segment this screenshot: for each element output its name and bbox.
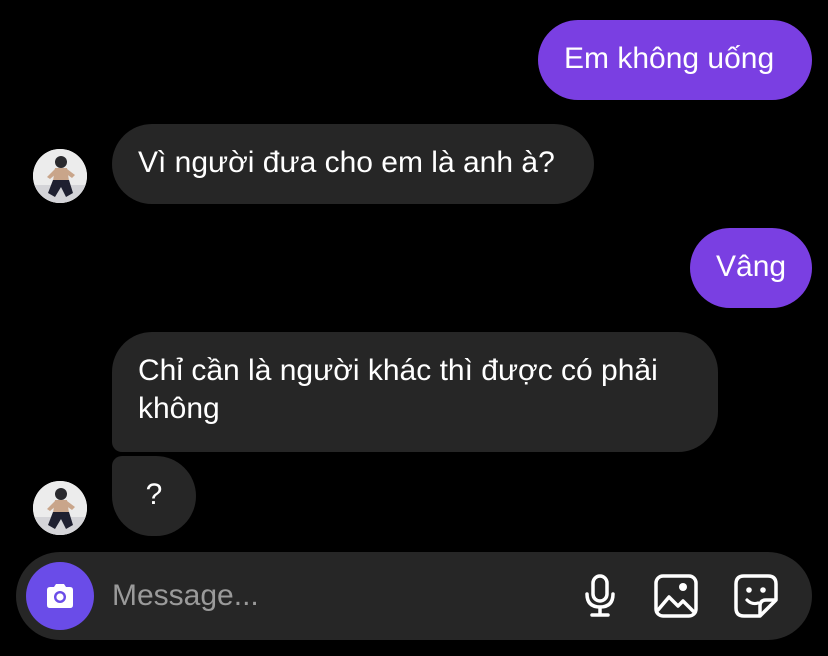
microphone-icon <box>585 574 615 617</box>
gallery-icon <box>654 574 698 618</box>
sticker-button[interactable] <box>732 572 780 620</box>
contact-avatar[interactable] <box>33 481 87 535</box>
gallery-button[interactable] <box>652 572 700 620</box>
avatar-photo <box>33 149 87 203</box>
message-composer <box>16 552 812 640</box>
outgoing-message[interactable]: Em không uống <box>538 20 812 100</box>
contact-avatar[interactable] <box>33 149 87 203</box>
chat-screen: Em không uống Vì người đưa cho em là anh… <box>0 0 828 656</box>
message-input[interactable] <box>112 574 552 618</box>
incoming-message[interactable]: ? <box>112 456 196 536</box>
camera-button[interactable] <box>26 562 94 630</box>
incoming-message[interactable]: Vì người đưa cho em là anh à? <box>112 124 594 204</box>
incoming-message[interactable]: Chỉ cần là người khác thì được có phải k… <box>112 332 718 452</box>
outgoing-message[interactable]: Vâng <box>690 228 812 308</box>
avatar-photo <box>33 481 87 535</box>
camera-icon <box>47 584 73 608</box>
sticker-icon <box>734 574 778 618</box>
voice-message-button[interactable] <box>576 572 624 620</box>
